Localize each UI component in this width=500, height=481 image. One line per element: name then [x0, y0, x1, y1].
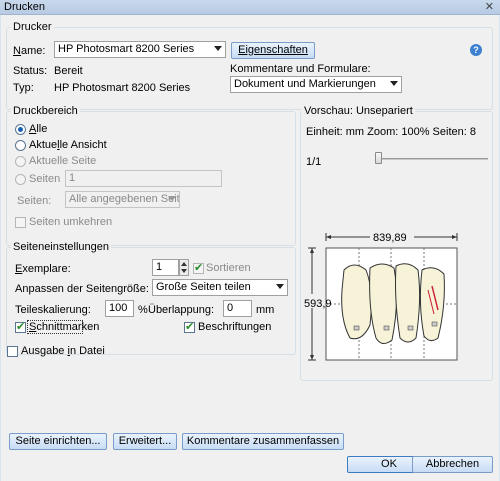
type-value: HP Photosmart 8200 Series: [54, 82, 191, 94]
overlap-unit: mm: [256, 304, 275, 316]
range-subset-value: Alle angegebenen Seiten: [69, 193, 180, 205]
print-to-file-checkbox[interactable]: [7, 346, 18, 357]
tile-scale-label: Teileskalierung:: [15, 304, 91, 316]
collate-label: Sortieren: [206, 262, 251, 274]
copies-input[interactable]: 1: [152, 259, 179, 276]
range-subset-label: Seiten:: [17, 195, 52, 207]
properties-button-label: Eigenschaften: [238, 44, 308, 56]
reverse-pages-label: Seiten umkehren: [29, 216, 113, 228]
reverse-pages-checkbox[interactable]: [15, 217, 26, 228]
comments-forms-label: Kommentare und Formulare:: [230, 63, 371, 75]
range-pages-radio[interactable]: [15, 174, 26, 185]
preview-canvas: [304, 231, 458, 361]
cut-marks-label: Schnittmarken: [29, 321, 100, 333]
page-slider-thumb[interactable]: [375, 152, 382, 164]
range-subset-select[interactable]: Alle angegebenen Seiten: [65, 191, 180, 208]
print-range-group-title: Druckbereich: [11, 105, 80, 117]
advanced-button[interactable]: Erweitert...: [113, 433, 177, 450]
copies-label: Exemplare:: [15, 263, 71, 275]
page-scaling-label: Anpassen der Seitengröße:: [15, 283, 149, 295]
range-current-page-label: Aktuelle Seite: [29, 155, 97, 167]
properties-button[interactable]: Eigenschaften: [231, 42, 315, 59]
page-scaling-value: Große Seiten teilen: [156, 281, 251, 293]
overlap-input[interactable]: 0: [223, 300, 252, 317]
comments-forms-value: Dokument und Markierungen: [234, 78, 376, 90]
type-label: Typ:: [13, 82, 34, 94]
chevron-down-icon: [214, 46, 222, 51]
labels-checkbox[interactable]: [184, 320, 195, 333]
help-icon[interactable]: ?: [470, 44, 482, 56]
comments-forms-select[interactable]: Dokument und Markierungen: [230, 76, 402, 93]
printer-name-select[interactable]: HP Photosmart 8200 Series: [54, 41, 226, 58]
print-to-file-label: Ausgabe in Datei: [21, 345, 105, 357]
overlap-label: Überlappung:: [148, 304, 215, 316]
page-settings-group-title: Seiteneinstellungen: [11, 241, 112, 253]
range-all-radio[interactable]: [15, 124, 26, 135]
preview-width-label: 839,89: [373, 232, 407, 244]
status-value: Bereit: [54, 65, 83, 77]
preview-height-label: 593,9: [304, 298, 332, 310]
range-pages-input[interactable]: 1: [65, 170, 222, 187]
preview-page-indicator: 1/1: [306, 156, 322, 168]
chevron-down-icon: [390, 81, 398, 86]
cut-marks-checkbox[interactable]: [15, 320, 26, 333]
copies-stepper[interactable]: [179, 259, 189, 276]
page-setup-label: Seite einrichten...: [15, 435, 101, 447]
preview-info: Einheit: mm Zoom: 100% Seiten: 8: [306, 126, 476, 138]
chevron-down-icon: [168, 196, 176, 201]
tile-scale-value: 100: [109, 302, 128, 314]
range-current-view-radio[interactable]: [15, 140, 26, 151]
cancel-button[interactable]: Abbrechen: [412, 456, 493, 473]
range-current-view-label: Aktuelle Ansicht: [29, 139, 107, 151]
ok-label: OK: [381, 458, 397, 470]
percent-unit: %: [138, 304, 148, 316]
arrow-down-icon: [181, 269, 187, 273]
range-pages-value: 1: [69, 172, 76, 184]
page-setup-button[interactable]: Seite einrichten...: [9, 433, 107, 450]
chevron-down-icon: [276, 284, 284, 289]
collate-checkbox[interactable]: [193, 261, 204, 274]
printer-name-value: HP Photosmart 8200 Series: [58, 43, 195, 55]
cancel-label: Abbrechen: [425, 458, 480, 470]
preview-group-title: Vorschau: Unsepariert: [302, 105, 415, 117]
summarize-comments-label: Kommentare zusammenfassen: [186, 435, 340, 447]
copies-value: 1: [156, 261, 163, 273]
range-current-page-radio[interactable]: [15, 156, 26, 167]
status-label: Status:: [13, 65, 48, 77]
page-scaling-select[interactable]: Große Seiten teilen: [152, 279, 288, 296]
close-button[interactable]: ✕: [485, 0, 494, 13]
tile-scale-input[interactable]: 100: [105, 300, 134, 317]
labels-label: Beschriftungen: [198, 321, 272, 333]
range-all-label: Alle: [29, 123, 48, 135]
range-pages-label: Seiten: [29, 173, 61, 185]
dialog-body: Drucker Name: HP Photosmart 8200 Series …: [1, 15, 499, 481]
arrow-up-icon: [181, 262, 187, 266]
title-bar: Drucken ✕: [0, 0, 500, 15]
printer-group-title: Drucker: [11, 21, 54, 33]
page-slider-track[interactable]: [376, 158, 488, 160]
printer-name-label: Name:: [13, 45, 46, 57]
summarize-comments-button[interactable]: Kommentare zusammenfassen: [182, 433, 344, 450]
advanced-label: Erweitert...: [118, 435, 172, 447]
window-title: Drucken: [4, 1, 45, 13]
overlap-value: 0: [227, 302, 234, 314]
